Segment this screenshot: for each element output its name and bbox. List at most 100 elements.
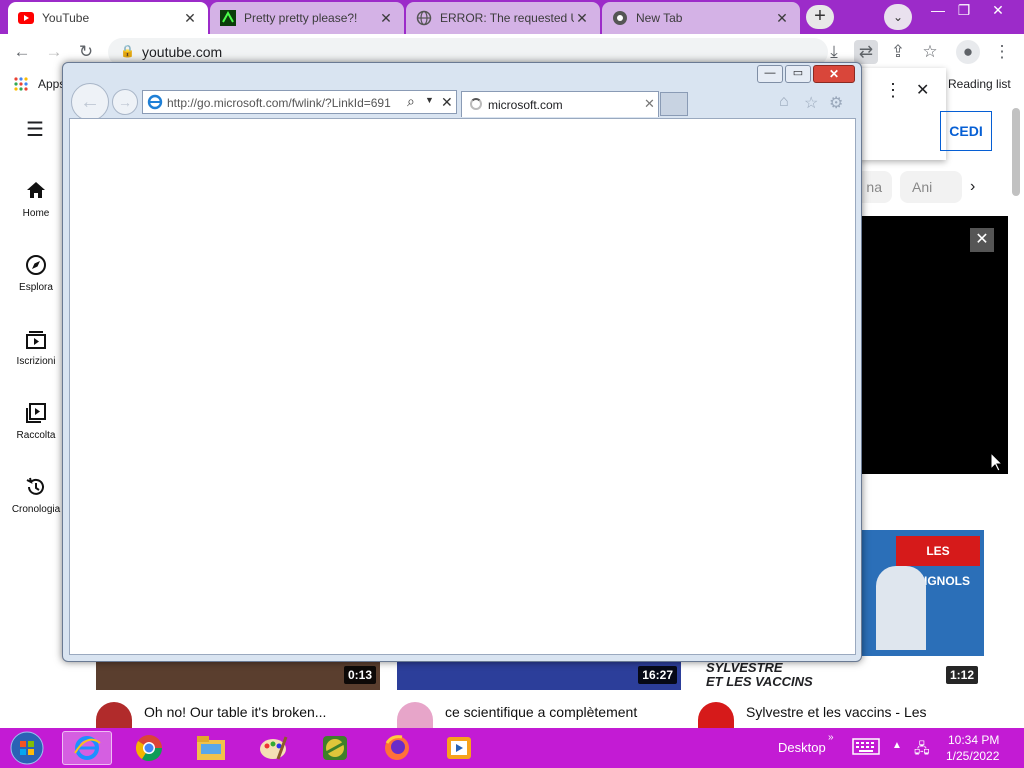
- tab-title: ERROR: The requested U: [440, 11, 574, 25]
- channel-avatar[interactable]: [698, 702, 734, 728]
- nav-label: Cronologia: [11, 504, 61, 515]
- desktop-toolbar-label[interactable]: Desktop: [778, 740, 826, 755]
- taskbar-chrome-icon[interactable]: [124, 731, 174, 765]
- nav-history[interactable]: Cronologia: [4, 476, 68, 515]
- thumbnail-caption: SYLVESTRE: [706, 660, 783, 675]
- chevron-right-icon[interactable]: ›: [970, 178, 975, 196]
- reading-list-button[interactable]: Reading list: [948, 77, 1011, 91]
- taskbar-app-icon[interactable]: [310, 731, 360, 765]
- filter-chip[interactable]: Ani: [900, 171, 962, 203]
- channel-avatar[interactable]: [397, 702, 433, 728]
- close-tab-icon[interactable]: ✕: [644, 96, 655, 112]
- ie-page-icon: [147, 94, 163, 110]
- video-duration: 1:12: [945, 666, 978, 684]
- back-arrow-icon[interactable]: ←: [10, 40, 34, 64]
- video-thumbnail[interactable]: SYLVESTRE ET LES VACCINS 1:12: [698, 658, 982, 690]
- ie-content-area[interactable]: [69, 118, 856, 655]
- chrome-tab-strip: YouTube ✕ Pretty pretty please?! ✕ ERROR…: [0, 0, 1024, 34]
- ad-player[interactable]: ✕: [856, 216, 1008, 474]
- page-scrollbar[interactable]: [1012, 108, 1020, 196]
- close-icon[interactable]: ✕: [774, 10, 790, 27]
- close-window-icon[interactable]: ✕: [813, 65, 855, 83]
- green-page-icon: [220, 10, 236, 26]
- thumbnail-caption: ET LES VACCINS: [706, 674, 813, 689]
- close-icon[interactable]: ✕: [574, 10, 590, 27]
- search-icon[interactable]: ⌕: [407, 93, 415, 110]
- video-thumbnail[interactable]: 16:27: [397, 658, 681, 690]
- youtube-icon: [18, 10, 34, 26]
- ie-tab[interactable]: microsoft.com ✕: [461, 91, 659, 117]
- tab-pretty-please[interactable]: Pretty pretty please?! ✕: [210, 2, 404, 34]
- apps-grid-icon[interactable]: [14, 77, 28, 91]
- nav-subscriptions[interactable]: Iscrizioni: [4, 328, 68, 367]
- close-icon[interactable]: ✕: [916, 80, 929, 100]
- back-arrow-icon[interactable]: ←: [71, 83, 109, 121]
- keyboard-icon[interactable]: [852, 736, 880, 758]
- taskbar-ie-icon[interactable]: [62, 731, 112, 765]
- video-title[interactable]: ce scientifique a complètement: [445, 704, 637, 720]
- forward-arrow-icon[interactable]: →: [112, 89, 138, 115]
- maximize-icon[interactable]: ▭: [785, 65, 811, 83]
- minimize-icon[interactable]: —: [757, 65, 783, 83]
- taskbar-paint-icon[interactable]: [248, 731, 298, 765]
- new-tab-button[interactable]: [660, 92, 688, 116]
- new-tab-button[interactable]: +: [806, 5, 834, 29]
- close-icon[interactable]: ✕: [378, 10, 394, 27]
- nav-explore[interactable]: Esplora: [4, 254, 68, 293]
- video-duration: 16:27: [638, 666, 677, 684]
- gear-icon[interactable]: ⚙: [829, 93, 843, 113]
- close-ad-icon[interactable]: ✕: [970, 228, 994, 252]
- close-window-icon[interactable]: ✕: [982, 0, 1014, 22]
- signin-button[interactable]: CEDI: [940, 111, 992, 151]
- video-title[interactable]: Oh no! Our table it's broken...: [144, 704, 326, 720]
- forward-arrow-icon[interactable]: →: [42, 40, 66, 64]
- show-hidden-icons-arrow[interactable]: ▲: [892, 740, 902, 751]
- tab-title: YouTube: [42, 11, 90, 25]
- nav-label: Raccolta: [16, 430, 56, 441]
- nav-library[interactable]: Raccolta: [4, 402, 68, 441]
- channel-avatar[interactable]: [96, 702, 132, 728]
- account-popup: ⋮ ✕: [858, 68, 946, 160]
- hamburger-menu-icon[interactable]: ☰: [26, 120, 44, 140]
- ie-address-bar[interactable]: http://go.microsoft.com/fwlink/?LinkId=6…: [142, 90, 457, 114]
- clock-time[interactable]: 10:34 PM: [948, 733, 999, 747]
- chevron-icon[interactable]: »: [828, 732, 834, 743]
- home-icon[interactable]: ⌂: [779, 93, 789, 111]
- nav-home[interactable]: Home: [4, 180, 68, 219]
- chrome-menu-icon[interactable]: ⋮: [990, 40, 1014, 64]
- video-thumbnail[interactable]: 0:13: [96, 658, 380, 690]
- favorites-star-icon[interactable]: ☆: [804, 93, 818, 113]
- taskbar-firefox-icon[interactable]: [372, 731, 422, 765]
- restore-icon[interactable]: ❐: [948, 0, 980, 22]
- share-icon[interactable]: ⇪: [886, 40, 910, 64]
- tab-search-button[interactable]: ⌄: [884, 4, 912, 30]
- video-title[interactable]: Sylvestre et les vaccins - Les: [746, 704, 927, 720]
- lock-icon: 🔒: [120, 44, 135, 58]
- stop-icon[interactable]: ✕: [441, 94, 453, 111]
- video-thumbnail[interactable]: LES GUIGNOLS: [856, 530, 984, 656]
- start-button[interactable]: [2, 731, 52, 765]
- bookmark-star-icon[interactable]: ☆: [918, 40, 942, 64]
- close-icon[interactable]: ✕: [182, 10, 198, 27]
- install-icon[interactable]: ⤓: [822, 40, 846, 64]
- translate-icon[interactable]: ⇄: [854, 40, 878, 64]
- reload-icon[interactable]: ↻: [74, 40, 98, 64]
- tab-new-tab[interactable]: New Tab ✕: [602, 2, 800, 34]
- profile-avatar-icon[interactable]: ●: [956, 40, 980, 64]
- tab-error[interactable]: ERROR: The requested U ✕: [406, 2, 600, 34]
- taskbar-explorer-icon[interactable]: [186, 731, 236, 765]
- tab-title: New Tab: [636, 11, 683, 25]
- taskbar-media-icon[interactable]: [434, 731, 484, 765]
- ie-tab-title: microsoft.com: [488, 98, 563, 112]
- nav-label: Esplora: [19, 282, 53, 293]
- nav-label: Iscrizioni: [16, 356, 56, 367]
- network-icon[interactable]: 🖧: [914, 738, 930, 762]
- library-icon: [4, 402, 68, 426]
- dropdown-arrow-icon[interactable]: ▼: [425, 95, 434, 105]
- clock-date[interactable]: 1/25/2022: [946, 749, 999, 763]
- tab-youtube[interactable]: YouTube ✕: [8, 2, 208, 34]
- thumbnail-figure: [876, 566, 926, 650]
- mouse-cursor-icon: [990, 451, 1004, 472]
- more-options-icon[interactable]: ⋮: [884, 80, 902, 101]
- video-duration: 0:13: [343, 666, 376, 684]
